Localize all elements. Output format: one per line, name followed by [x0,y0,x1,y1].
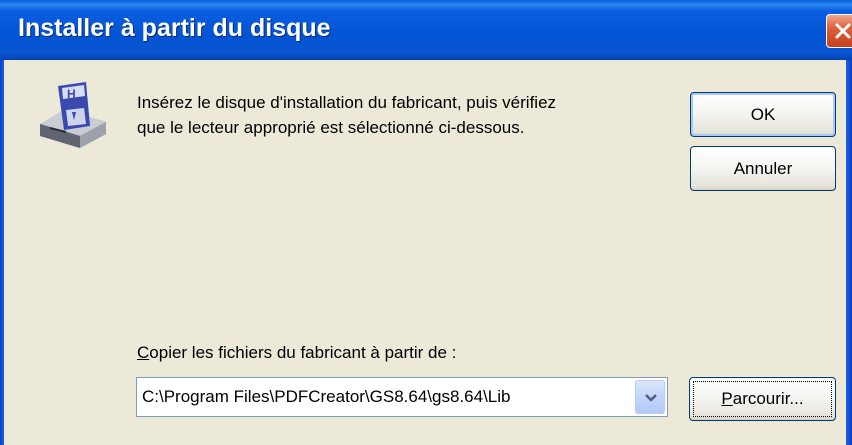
floppy-disk-drive-icon: H [40,82,106,148]
close-button[interactable] [826,14,852,48]
browse-label-accel: P [721,389,733,408]
ok-button[interactable]: OK [690,92,836,137]
browse-label-text: arcourir... [732,389,804,408]
message-line-2: que le lecteur approprié est sélectionné… [137,118,525,137]
install-from-disk-dialog: Installer à partir du disque H Insérez l… [0,0,852,445]
browse-button[interactable]: Parcourir... [689,377,836,421]
dropdown-button[interactable] [635,380,665,414]
svg-text:H: H [67,87,76,101]
chevron-down-icon [645,394,657,402]
instruction-message: Insérez le disque d'installation du fabr… [137,90,677,140]
copy-from-label-accel: C [137,343,150,362]
window-title: Installer à partir du disque [18,14,331,42]
source-path-value[interactable]: C:\Program Files\PDFCreator\GS8.64\gs8.6… [142,387,510,407]
window-frame-left [0,60,4,445]
window-frame-right [846,60,852,445]
source-path-combobox[interactable]: C:\Program Files\PDFCreator\GS8.64\gs8.6… [136,377,668,417]
copy-from-label: Copier les fichiers du fabricant à parti… [137,343,456,363]
cancel-button[interactable]: Annuler [690,146,836,191]
message-line-1: Insérez le disque d'installation du fabr… [137,93,557,112]
title-bar[interactable]: Installer à partir du disque [0,0,852,60]
browse-button-focus: Parcourir... [693,381,832,417]
close-icon [835,23,851,39]
copy-from-label-text: opier les fichiers du fabricant à partir… [149,343,457,362]
